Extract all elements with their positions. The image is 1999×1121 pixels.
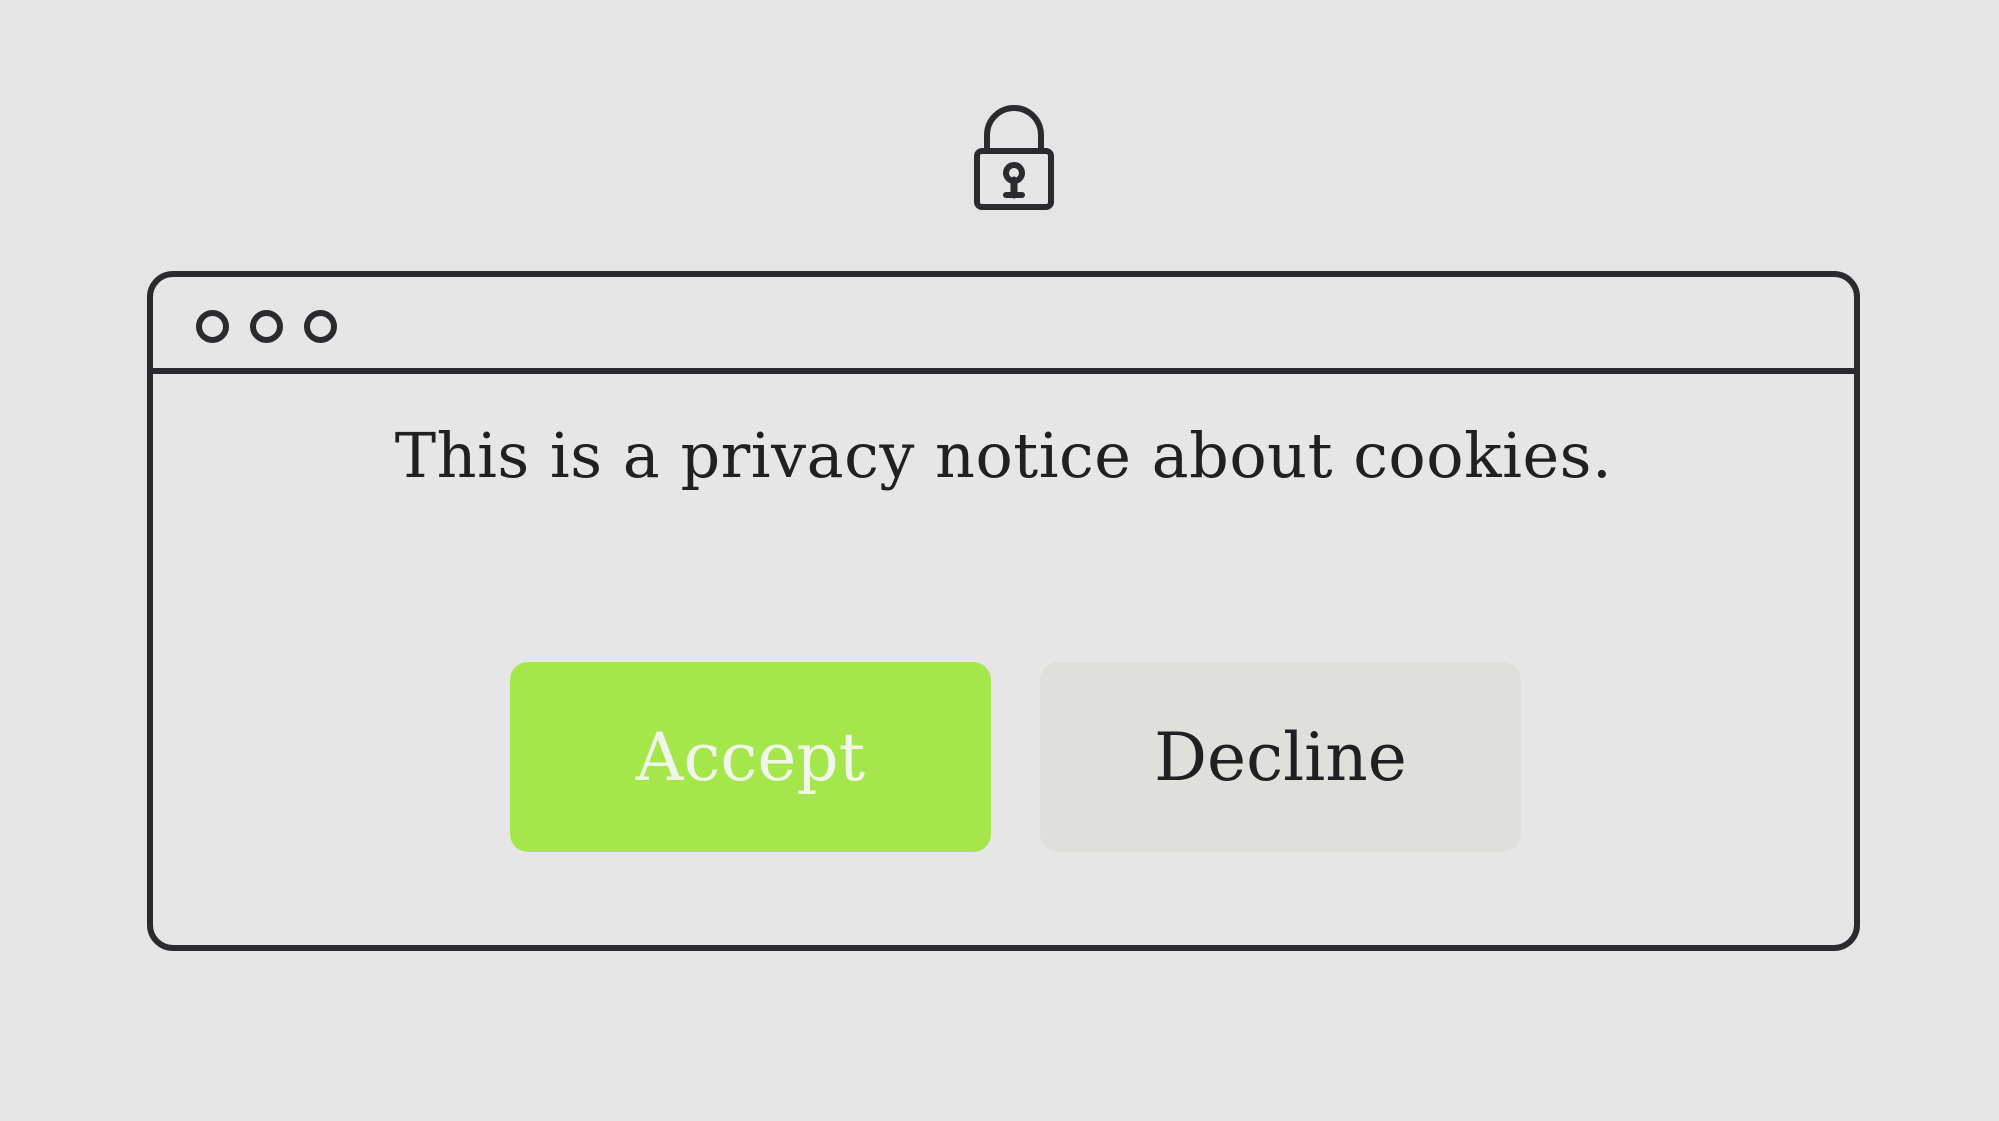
window-titlebar xyxy=(153,277,1854,374)
browser-window: This is a privacy notice about cookies. … xyxy=(147,271,1860,951)
lock-icon xyxy=(974,105,1054,210)
accept-button-label: Accept xyxy=(635,718,866,796)
privacy-notice-text: This is a privacy notice about cookies. xyxy=(394,419,1613,492)
decline-button-label: Decline xyxy=(1154,718,1407,796)
window-control-dot-icon[interactable] xyxy=(304,310,337,343)
window-control-dot-icon[interactable] xyxy=(196,310,229,343)
accept-button[interactable]: Accept xyxy=(510,662,991,852)
window-control-dot-icon[interactable] xyxy=(250,310,283,343)
decline-button[interactable]: Decline xyxy=(1040,662,1521,852)
